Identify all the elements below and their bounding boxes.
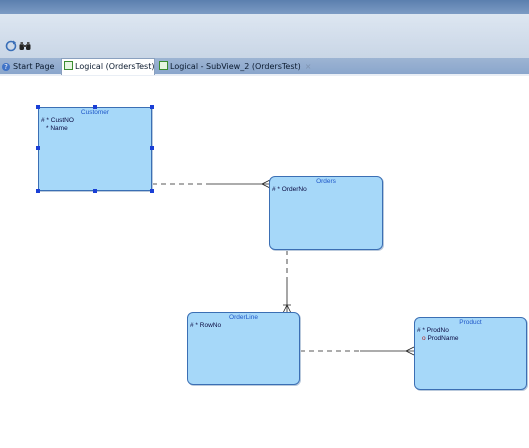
- entity-title: Orders: [316, 178, 336, 185]
- entity-orderline[interactable]: OrderLine # * RowNo: [187, 312, 300, 385]
- attribute-name: Name: [50, 125, 68, 132]
- attribute-name: OrderNo: [281, 186, 307, 193]
- selection-handle[interactable]: [150, 146, 154, 150]
- attribute-name: RowNo: [199, 322, 222, 329]
- attribute-row: # * ProdNo: [415, 327, 526, 335]
- attribute-marker: o: [422, 335, 426, 342]
- entity-title: Product: [459, 319, 482, 326]
- selection-handle[interactable]: [150, 105, 154, 109]
- attribute-name: CustNO: [50, 117, 74, 124]
- selection-handle[interactable]: [93, 105, 97, 109]
- selection-handle[interactable]: [93, 189, 97, 193]
- attribute-row: o ProdName: [415, 335, 526, 343]
- entity-orders[interactable]: Orders # * OrderNo: [269, 176, 383, 250]
- attribute-name: ProdNo: [426, 327, 449, 334]
- entity-customer[interactable]: Customer # * CustNO * Name: [38, 107, 152, 191]
- selection-handle[interactable]: [36, 146, 40, 150]
- attribute-marker: # *: [272, 186, 280, 193]
- entity-title: Customer: [80, 109, 110, 116]
- selection-handle[interactable]: [36, 105, 40, 109]
- selection-handle[interactable]: [150, 189, 154, 193]
- entity-title: OrderLine: [229, 314, 258, 321]
- attribute-marker: # *: [41, 117, 49, 124]
- attribute-row: # * CustNO: [39, 117, 151, 125]
- attribute-row: * Name: [39, 125, 151, 133]
- attribute-marker: *: [46, 125, 49, 132]
- selection-handle[interactable]: [36, 189, 40, 193]
- attribute-row: # * RowNo: [188, 322, 299, 330]
- attribute-marker: # *: [190, 322, 198, 329]
- attribute-name: ProdName: [427, 335, 459, 342]
- entity-product[interactable]: Product # * ProdNo o ProdName: [414, 317, 527, 390]
- attribute-row: # * OrderNo: [270, 186, 382, 194]
- attribute-marker: # *: [417, 327, 425, 334]
